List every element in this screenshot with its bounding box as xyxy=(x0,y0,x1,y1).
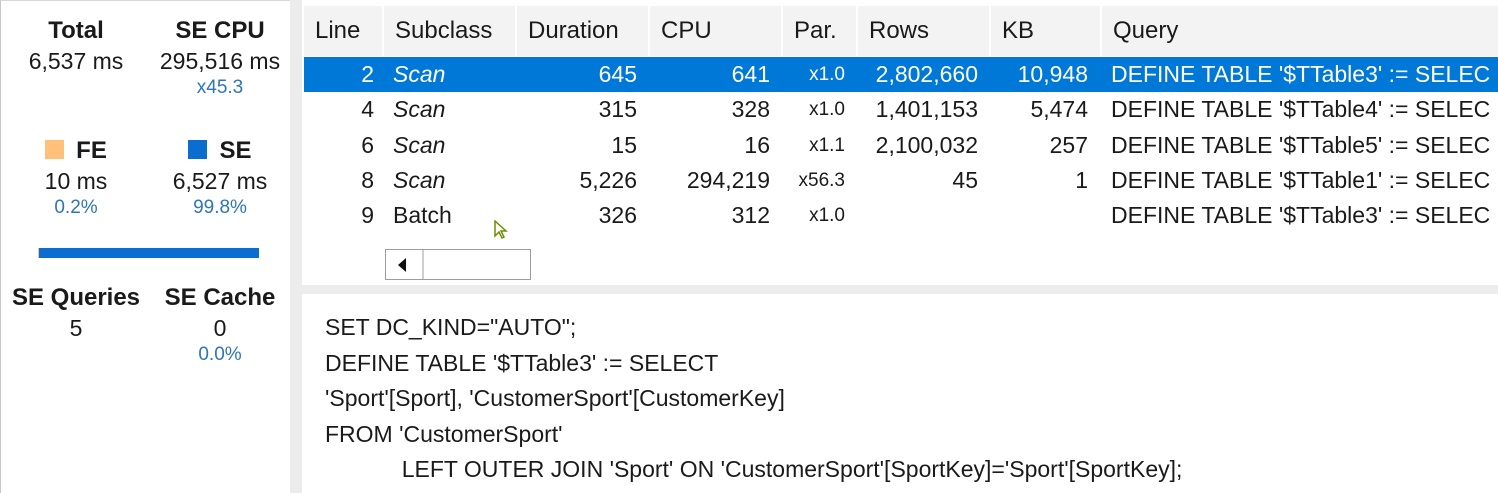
cell-line: 2 xyxy=(361,61,374,87)
scroll-left-icon[interactable] xyxy=(386,250,424,279)
fe-percent: 0.2% xyxy=(54,197,98,218)
cell-kb: 1 xyxy=(1075,167,1088,193)
query-line: SET DC_KIND="AUTO"; xyxy=(325,314,577,340)
fe-value: 10 ms xyxy=(44,168,108,194)
cell-cpu: 16 xyxy=(744,132,770,158)
col-header-cpu[interactable]: CPU xyxy=(650,6,781,56)
cell-query: DEFINE TABLE '$TTable3' := SELEC xyxy=(1111,61,1491,87)
cell-duration: 5,226 xyxy=(579,167,637,193)
se-queries-value: 5 xyxy=(69,315,83,341)
cell-parallelism: x1.0 xyxy=(809,205,845,226)
cell-parallelism: x1.1 xyxy=(809,135,845,156)
cell-cpu: 294,219 xyxy=(686,167,770,193)
col-header-query[interactable]: Query xyxy=(1102,6,1498,56)
cell-subclass: Scan xyxy=(393,132,446,158)
cell-line: 6 xyxy=(361,132,374,158)
horizontal-splitter[interactable] xyxy=(302,285,1498,294)
cell-parallelism: x56.3 xyxy=(798,170,845,191)
cell-line: 9 xyxy=(361,202,374,228)
table-row[interactable]: 4 Scan 315 328 x1.0 1,401,153 5,474 DEFI… xyxy=(304,92,1498,127)
query-line: FROM 'CustomerSport' xyxy=(325,420,563,447)
table-row[interactable]: 6 Scan 15 16 x1.1 2,100,032 257 DEFINE T… xyxy=(304,128,1498,163)
table-row[interactable]: 9 Batch 326 312 x1.0 DEFINE TABLE '$TTab… xyxy=(304,198,1498,233)
col-header-line[interactable]: Line xyxy=(304,6,382,56)
col-header-duration[interactable]: Duration xyxy=(517,6,648,56)
fe-stat: FE 10 ms 0.2% xyxy=(15,137,137,219)
fe-se-ratio-bar xyxy=(38,248,259,258)
cell-query: DEFINE TABLE '$TTable1' := SELEC xyxy=(1111,167,1491,193)
query-line: LEFT OUTER JOIN 'Sport' ON 'CustomerSpor… xyxy=(325,456,1183,482)
cell-kb: 10,948 xyxy=(1017,61,1088,87)
server-timings-stats-panel: Total 6,537 ms SE CPU 295,516 ms x45.3 F… xyxy=(0,0,290,493)
cell-rows: 1,401,153 xyxy=(875,96,978,122)
cell-subclass: Batch xyxy=(393,202,452,228)
cell-rows: 2,100,032 xyxy=(875,132,978,158)
se-stat: SE 6,527 ms 99.8% xyxy=(149,137,291,219)
se-value: 6,527 ms xyxy=(172,168,268,194)
table-row[interactable]: 8 Scan 5,226 294,219 x56.3 45 1 DEFINE T… xyxy=(304,163,1498,198)
se-events-grid: Line Subclass Duration CPU Par. Rows KB … xyxy=(302,0,1498,285)
col-header-parallelism[interactable]: Par. xyxy=(783,6,856,56)
fe-label: FE xyxy=(76,137,107,164)
query-text-panel[interactable]: SET DC_KIND="AUTO"; DEFINE TABLE '$TTable… xyxy=(325,310,1182,488)
cell-rows: 2,802,660 xyxy=(875,61,978,87)
mouse-pointer-icon xyxy=(494,220,508,240)
vertical-splitter[interactable] xyxy=(290,0,302,493)
cell-query: DEFINE TABLE '$TTable3' := SELEC xyxy=(1111,202,1491,228)
se-cpu-parallelism: x45.3 xyxy=(196,77,244,98)
cell-duration: 315 xyxy=(598,96,637,122)
col-header-rows[interactable]: Rows xyxy=(858,6,989,56)
cell-kb: 257 xyxy=(1049,132,1088,158)
cell-query: DEFINE TABLE '$TTable5' := SELEC xyxy=(1111,132,1491,158)
se-queries-stat: SE Queries 5 xyxy=(5,284,147,342)
cell-parallelism: x1.0 xyxy=(809,99,845,120)
cell-subclass: Scan xyxy=(393,61,446,87)
table-row[interactable]: 2 Scan 645 641 x1.0 2,802,660 10,948 DEF… xyxy=(304,57,1498,92)
cell-duration: 645 xyxy=(598,61,637,87)
cell-query: DEFINE TABLE '$TTable4' := SELEC xyxy=(1111,96,1491,122)
cell-cpu: 312 xyxy=(731,202,770,228)
cell-subclass: Scan xyxy=(393,96,446,122)
cell-line: 8 xyxy=(361,167,374,193)
cell-cpu: 641 xyxy=(731,61,770,87)
cell-duration: 15 xyxy=(611,132,637,158)
col-header-kb[interactable]: KB xyxy=(991,6,1100,56)
se-legend-swatch xyxy=(188,140,208,159)
cell-cpu: 328 xyxy=(731,96,770,122)
cell-line: 4 xyxy=(361,96,374,122)
se-cpu-label: SE CPU xyxy=(175,17,265,44)
grid-header: Line Subclass Duration CPU Par. Rows KB … xyxy=(304,6,1498,56)
se-queries-label: SE Queries xyxy=(11,284,141,311)
query-line: DEFINE TABLE '$TTable3' := SELECT xyxy=(325,349,719,376)
cell-subclass: Scan xyxy=(393,167,446,193)
cell-duration: 326 xyxy=(598,202,637,228)
fe-legend-swatch xyxy=(45,140,65,159)
total-value: 6,537 ms xyxy=(28,48,124,74)
se-cache-stat: SE Cache 0 0.0% xyxy=(149,284,291,366)
query-line: 'Sport'[Sport], 'CustomerSport'[Customer… xyxy=(325,385,785,411)
cell-kb: 5,474 xyxy=(1030,96,1088,122)
se-cache-percent: 0.0% xyxy=(198,344,242,365)
se-cache-value: 0 xyxy=(213,315,227,341)
se-cpu-stat: SE CPU 295,516 ms x45.3 xyxy=(149,17,291,99)
se-percent: 99.8% xyxy=(193,197,247,218)
cell-parallelism: x1.0 xyxy=(809,64,845,85)
total-stat: Total 6,537 ms xyxy=(15,17,137,75)
se-label: SE xyxy=(219,137,252,164)
total-label: Total xyxy=(48,17,104,44)
cell-rows: 45 xyxy=(952,167,978,193)
se-cpu-value: 295,516 ms xyxy=(159,48,281,74)
col-header-subclass[interactable]: Subclass xyxy=(384,6,515,56)
horizontal-scrollbar[interactable] xyxy=(385,249,531,280)
se-cache-label: SE Cache xyxy=(164,284,276,311)
